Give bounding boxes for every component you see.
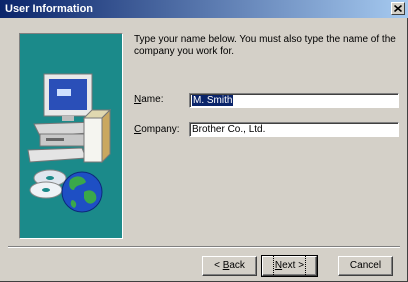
company-field[interactable]: Brother Co., Ltd. <box>189 122 399 137</box>
close-button[interactable] <box>391 2 405 15</box>
computer-icon <box>27 73 112 213</box>
close-icon <box>394 5 402 12</box>
instruction-text: Type your name below. You must also type… <box>134 34 396 57</box>
globe-icon <box>61 171 103 213</box>
window-title: User Information <box>5 3 94 15</box>
next-button[interactable]: Next > <box>261 255 318 277</box>
cancel-button[interactable]: Cancel <box>338 256 393 276</box>
name-label: Name: <box>134 94 164 105</box>
cancel-label: Cancel <box>349 260 382 271</box>
setup-illustration <box>19 33 123 239</box>
cd-disc-icon <box>29 169 67 199</box>
company-label: Company: <box>134 124 180 135</box>
name-field[interactable]: M. Smith <box>189 93 399 108</box>
name-value: M. Smith <box>192 95 234 106</box>
back-button[interactable]: < Back <box>202 256 257 276</box>
separator <box>8 246 400 248</box>
company-value: Brother Co., Ltd. <box>192 124 266 135</box>
title-bar[interactable]: User Information <box>0 0 408 18</box>
installer-window: User Information Type your name below. Y… <box>0 0 408 282</box>
